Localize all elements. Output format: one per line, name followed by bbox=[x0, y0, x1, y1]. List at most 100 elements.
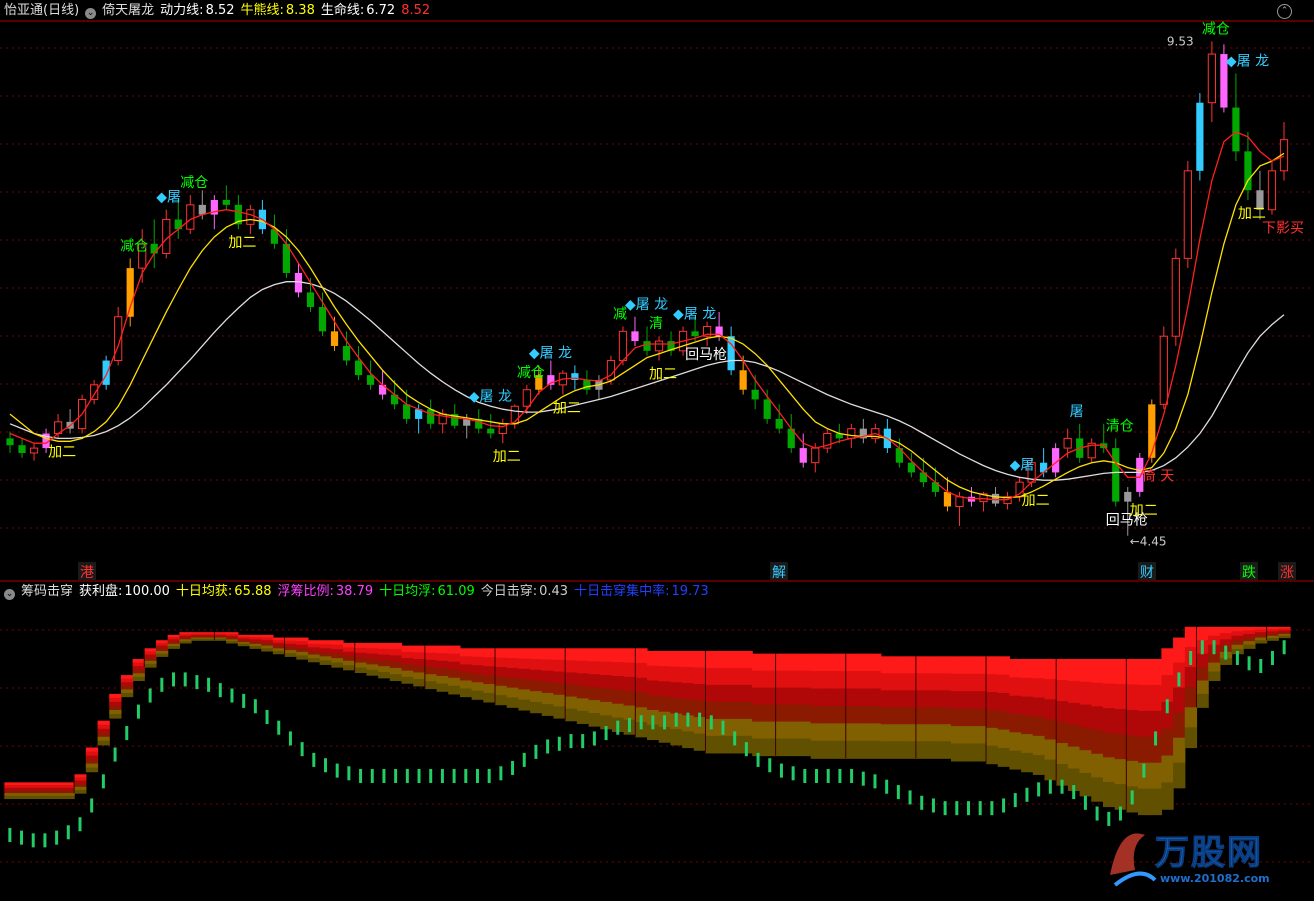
chip-band bbox=[506, 667, 519, 679]
chip-band bbox=[950, 708, 964, 727]
sub-1-label: 获利盘: bbox=[79, 584, 123, 599]
chip-band bbox=[1243, 633, 1256, 639]
signal-annotation: ◆屠 龙 bbox=[673, 306, 716, 322]
chip-band bbox=[296, 655, 309, 660]
chip-band bbox=[1009, 659, 1022, 678]
collapse-icon[interactable]: ⌃ bbox=[1277, 4, 1292, 19]
float-ratio-bar bbox=[1189, 650, 1193, 665]
chip-band bbox=[343, 651, 356, 657]
chip-band bbox=[565, 684, 578, 698]
chip-band bbox=[1126, 735, 1139, 762]
signal-annotation: 下影买 bbox=[1262, 221, 1304, 237]
chip-band bbox=[658, 696, 671, 713]
chip-band bbox=[822, 740, 835, 759]
chip-band bbox=[810, 671, 823, 690]
float-ratio-bar bbox=[1247, 656, 1251, 671]
chip-band bbox=[670, 729, 683, 746]
chip-band bbox=[354, 652, 368, 659]
candle-body bbox=[150, 243, 158, 254]
chip-band bbox=[530, 659, 543, 671]
chip-band bbox=[892, 741, 905, 759]
chip-band bbox=[740, 684, 753, 703]
chip-band bbox=[378, 666, 391, 673]
chip-band bbox=[506, 677, 519, 689]
chip-band bbox=[85, 755, 99, 761]
signal-annotation: 清 bbox=[649, 316, 663, 332]
chip-band bbox=[682, 731, 695, 749]
float-ratio-bar bbox=[592, 731, 596, 746]
chip-band bbox=[1067, 724, 1081, 748]
chip-band bbox=[307, 640, 321, 645]
float-ratio-bar bbox=[1037, 782, 1041, 797]
chip-band bbox=[997, 674, 1011, 694]
chip-band bbox=[459, 680, 473, 690]
chip-band bbox=[717, 684, 730, 703]
chip-band bbox=[974, 691, 987, 710]
chip-band bbox=[1243, 641, 1256, 646]
chip-band bbox=[413, 652, 426, 660]
float-ratio-bar bbox=[265, 709, 269, 724]
chip-band bbox=[424, 652, 438, 661]
chip-band bbox=[459, 656, 473, 665]
chip-band bbox=[1231, 626, 1244, 632]
chip-band bbox=[518, 668, 531, 680]
candle-body bbox=[366, 375, 375, 385]
chip-band bbox=[1091, 730, 1104, 755]
candle-body bbox=[643, 341, 651, 351]
chip-band bbox=[623, 691, 636, 707]
float-ratio-bar bbox=[1259, 659, 1263, 674]
chip-band bbox=[962, 726, 975, 745]
bottom-marker-label: 财 bbox=[1140, 565, 1154, 581]
float-ratio-bar bbox=[896, 785, 900, 800]
chip-band bbox=[1044, 699, 1057, 720]
chip-band bbox=[810, 653, 823, 672]
chip-band bbox=[120, 675, 134, 680]
float-ratio-bar bbox=[464, 768, 468, 783]
signal-annotation: 清仓 bbox=[1106, 418, 1134, 434]
chip-band bbox=[132, 662, 145, 667]
chip-band bbox=[191, 638, 204, 641]
chip-band bbox=[1032, 697, 1046, 718]
chip-band bbox=[354, 642, 368, 649]
chip-band bbox=[331, 649, 344, 655]
indicator-name[interactable]: 倚天屠龙 bbox=[102, 3, 154, 18]
chip-band bbox=[1184, 707, 1198, 728]
chip-band bbox=[448, 677, 461, 687]
chip-band bbox=[448, 669, 461, 679]
chip-band bbox=[705, 735, 718, 754]
float-ratio-bar bbox=[1142, 763, 1146, 778]
chip-band bbox=[495, 695, 508, 706]
indicator-dropdown-icon[interactable]: ⌄ bbox=[85, 8, 97, 19]
sub-indicator-name[interactable]: 筹码击穿 bbox=[21, 584, 73, 599]
chip-band bbox=[798, 670, 812, 689]
float-ratio-bar bbox=[347, 766, 351, 781]
chip-band bbox=[950, 656, 964, 675]
chip-band bbox=[1196, 680, 1209, 695]
float-ratio-bar bbox=[826, 768, 830, 783]
chip-band bbox=[705, 650, 718, 669]
signal-annotation: 减仓 bbox=[517, 365, 545, 381]
chip-band bbox=[962, 708, 975, 727]
chip-band bbox=[296, 644, 309, 649]
chip-band bbox=[530, 648, 543, 660]
chip-band bbox=[1243, 626, 1256, 631]
chip-band bbox=[880, 741, 894, 759]
chip-band bbox=[424, 659, 438, 668]
candle-body bbox=[1063, 437, 1072, 449]
chip-band bbox=[693, 650, 707, 669]
float-ratio-bar bbox=[300, 742, 304, 757]
sub-indicator-dropdown-icon[interactable]: ⌄ bbox=[4, 589, 15, 600]
float-ratio-bar bbox=[967, 801, 970, 816]
chip-band bbox=[670, 666, 683, 683]
signal-annotation: 加二 bbox=[48, 444, 76, 460]
chip-band bbox=[319, 640, 332, 645]
chip-band bbox=[1254, 640, 1268, 644]
chip-band bbox=[682, 667, 695, 684]
float-ratio-bar bbox=[66, 825, 70, 840]
line-1-label: 动力线: bbox=[160, 3, 204, 18]
chip-band bbox=[553, 648, 566, 661]
chip-band bbox=[1114, 784, 1127, 810]
chip-band bbox=[120, 682, 134, 687]
chip-band bbox=[1184, 667, 1198, 688]
float-ratio-bar bbox=[557, 736, 561, 751]
